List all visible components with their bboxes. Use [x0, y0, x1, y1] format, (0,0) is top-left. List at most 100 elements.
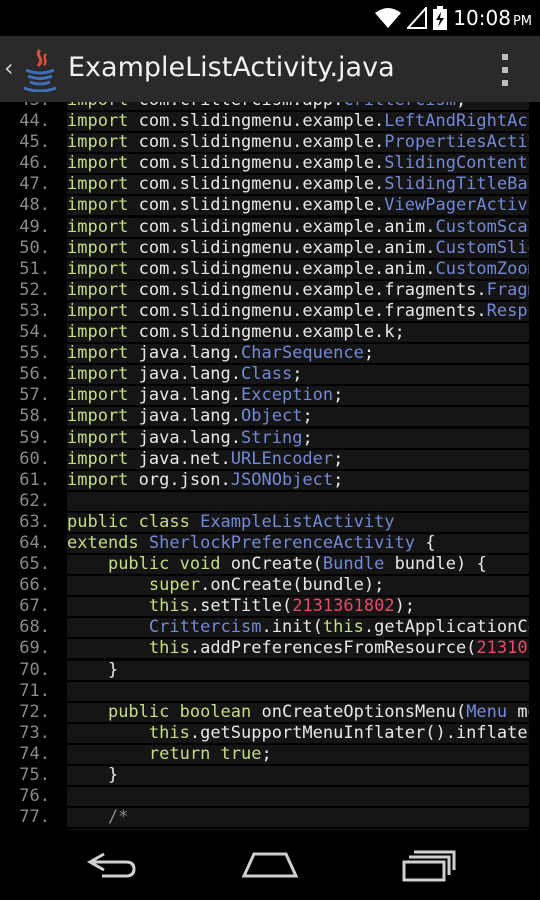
code-token: com.slidingmenu.example.anim. [128, 259, 436, 279]
line-number: 60. [19, 448, 50, 469]
code-line: 48. import com.slidingmenu.example.ViewPa… [0, 195, 540, 216]
line-number: 55. [19, 343, 50, 364]
type-token: CustomScale [435, 217, 529, 237]
number-token: 2131034112 [476, 639, 529, 659]
battery-charging-icon [433, 6, 448, 30]
keyword-token: import [67, 238, 129, 258]
code-line: 71. [0, 681, 540, 702]
type-token: SherlockPreferenceActivity [148, 533, 416, 553]
code-text: import com.slidingmenu.example.SlidingCo… [67, 154, 529, 174]
wifi-icon [375, 8, 402, 28]
line-number: 61. [19, 469, 50, 490]
code-line: 68. Crittercism.init(this.getApplication… [0, 617, 540, 638]
code-line: 66. super.onCreate(bundle); [0, 575, 540, 596]
home-icon[interactable] [240, 848, 300, 882]
back-chevron-icon[interactable]: ‹ [4, 54, 14, 82]
code-text: import java.lang.Class; [67, 365, 529, 385]
overflow-dot [502, 80, 508, 86]
code-line: 60. import java.net.URLEncoder; [0, 449, 540, 470]
line-number: 73. [19, 722, 50, 743]
keyword-token: import [67, 449, 129, 469]
keyword-token: import [67, 133, 129, 153]
code-text: Crittercism.init(this.getApplicationCont… [67, 618, 529, 638]
line-number: 44. [19, 111, 50, 132]
line-number: 75. [19, 765, 50, 785]
type-token: String [241, 428, 303, 448]
code-token: com.crittercism.app. [128, 102, 344, 110]
code-token: ; [333, 386, 344, 406]
keyword-token: public void [107, 555, 221, 575]
type-token: URLEncoder [230, 449, 334, 469]
back-icon[interactable] [82, 848, 142, 882]
line-number: 76. [19, 786, 50, 807]
type-token: Menu [466, 702, 508, 722]
code-token: ; [261, 744, 272, 764]
code-line: 46. import com.slidingmenu.example.Slidin… [0, 153, 540, 174]
type-token: ResponsiveUI [486, 301, 529, 321]
line-number: 57. [19, 385, 50, 406]
code-token: ; [333, 470, 344, 490]
code-token: .setTitle( [189, 597, 293, 617]
code-line: 75. } [0, 765, 540, 786]
type-token: JSONObject [230, 470, 334, 490]
code-line: 52. import com.slidingmenu.example.fragme… [0, 280, 540, 301]
code-token: ; [528, 154, 529, 173]
code-viewer[interactable]: 43.import com.crittercism.app.Crittercis… [0, 102, 540, 830]
keyword-token: extends [67, 533, 139, 553]
code-line: 64. extends SherlockPreferenceActivity { [0, 533, 540, 554]
code-token: org.json. [128, 470, 231, 490]
type-token: LeftAndRightActivity [384, 112, 529, 132]
code-text: import com.crittercism.app.Crittercism; [67, 102, 529, 110]
code-text: import com.slidingmenu.example.ViewPager… [67, 196, 529, 216]
line-number: 53. [19, 300, 50, 321]
code-line: 61. import org.json.JSONObject; [0, 470, 540, 491]
line-number: 70. [19, 659, 50, 680]
number-token: 2131361802 [292, 597, 395, 617]
keyword-token: import [67, 301, 129, 321]
java-app-icon[interactable] [20, 48, 60, 92]
code-text [67, 491, 529, 511]
code-token: java.lang. [128, 428, 242, 448]
code-line: 44. import com.slidingmenu.example.LeftAn… [0, 111, 540, 132]
code-line: 73. this.getSupportMenuInflater().inflat… [0, 723, 540, 744]
code-text: } [67, 660, 529, 680]
code-token: ; [302, 428, 313, 448]
keyword-token: import [67, 386, 129, 406]
code-line: 59. import java.lang.String; [0, 428, 540, 449]
line-number: 48. [19, 195, 50, 216]
code-token: java.lang. [128, 365, 242, 385]
overflow-menu-icon[interactable] [500, 54, 510, 86]
clock-ampm: PM [512, 14, 532, 29]
code-text: /* [67, 808, 529, 828]
code-text: import java.lang.CharSequence; [67, 344, 529, 364]
code-token: } [67, 660, 119, 680]
code-token: com.slidingmenu.example.fragments. [128, 301, 487, 321]
type-token: CustomZoom [435, 259, 529, 279]
type-token: Exception [241, 386, 334, 406]
code-token: com.slidingmenu.example. [128, 154, 385, 174]
code-text: this.setTitle(2131361802); [67, 597, 529, 617]
line-number: 43. [0, 102, 50, 111]
code-line: 45. import com.slidingmenu.example.Proper… [0, 132, 540, 153]
code-text: import java.net.URLEncoder; [67, 449, 529, 469]
code-text: super.onCreate(bundle); [67, 576, 529, 596]
code-text: this.getSupportMenuInflater().inflate( [67, 723, 529, 743]
code-token: com.slidingmenu.example. [128, 133, 385, 153]
code-line: 74. return true; [0, 744, 540, 765]
type-token: ExampleListActivity [200, 512, 395, 532]
type-token: Class [241, 365, 293, 385]
recent-apps-icon[interactable] [400, 848, 460, 882]
type-token: PropertiesActivity [384, 133, 529, 153]
code-text: extends SherlockPreferenceActivity { [67, 533, 529, 553]
code-text: import java.lang.Exception; [67, 386, 529, 406]
keyword-token: import [67, 407, 129, 427]
keyword-token: public boolean [107, 702, 252, 722]
type-token: Object [241, 407, 303, 427]
code-text: import com.slidingmenu.example.fragments… [67, 280, 529, 300]
type-token: Crittercism [343, 102, 456, 110]
keyword-token: import [67, 470, 129, 490]
